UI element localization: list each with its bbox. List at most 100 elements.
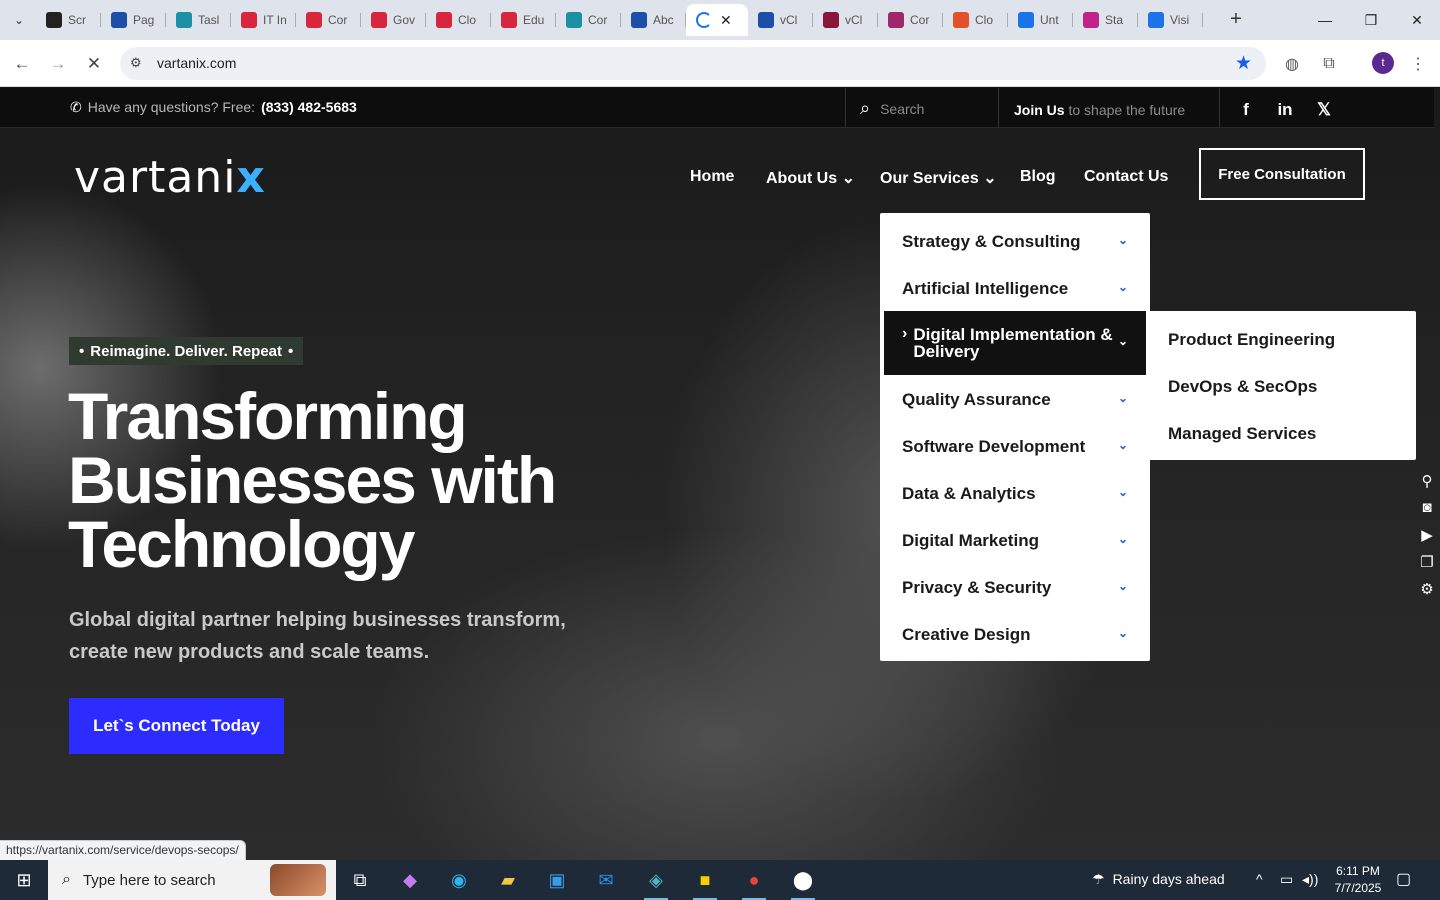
- site-logo[interactable]: vartanix: [74, 152, 266, 203]
- volume-icon[interactable]: ◂)): [1302, 871, 1318, 888]
- free-consultation-button[interactable]: Free Consultation: [1199, 148, 1365, 200]
- new-tab-button[interactable]: +: [1224, 8, 1248, 32]
- contact-phone[interactable]: ✆ Have any questions? Free: (833) 482-5683: [70, 99, 357, 116]
- digital-implementation-submenu: Product Engineering DevOps & SecOps Mana…: [1147, 311, 1416, 460]
- copilot-icon[interactable]: ◆: [390, 864, 430, 896]
- browser-tab[interactable]: Cor: [556, 4, 621, 36]
- nav-home[interactable]: Home: [690, 168, 734, 186]
- browser-tab[interactable]: IT In: [231, 4, 296, 36]
- taskbar-clock[interactable]: 6:11 PM 7/7/2025: [1330, 863, 1386, 897]
- taskbar-search[interactable]: ⌕ Type here to search: [48, 860, 336, 900]
- menu-item-digital-implementation[interactable]: › Digital Implementation & Delivery ⌄: [884, 311, 1146, 375]
- menu-item-privacy-security[interactable]: Privacy & Security ⌄: [880, 564, 1150, 611]
- chrome-menu-icon[interactable]: ⋮: [1406, 52, 1430, 76]
- edge-icon[interactable]: ◉: [439, 864, 479, 896]
- gear-icon[interactable]: ⚙: [1414, 580, 1440, 607]
- tab-search-button[interactable]: ⌄: [6, 8, 32, 32]
- browser-tab[interactable]: Unt: [1008, 4, 1073, 36]
- tab-favicon-icon: [371, 12, 387, 28]
- browser-tab[interactable]: Clo: [426, 4, 491, 36]
- translate-icon[interactable]: ◍: [1280, 52, 1304, 76]
- join-us-rest: to shape the future: [1064, 102, 1186, 118]
- browser-tab[interactable]: Edu: [491, 4, 556, 36]
- network-icon[interactable]: ▭: [1280, 871, 1293, 888]
- active-browser-tab[interactable]: ✕: [686, 4, 748, 36]
- site-info-icon[interactable]: ⚙: [130, 55, 142, 71]
- close-window-button[interactable]: ✕: [1394, 0, 1440, 40]
- tab-title: Cor: [328, 13, 348, 27]
- browser-tab[interactable]: Cor: [296, 4, 361, 36]
- join-us-link[interactable]: Join Us to shape the future: [1014, 102, 1185, 118]
- tab-favicon-icon: [758, 12, 774, 28]
- forward-button[interactable]: →: [44, 50, 72, 78]
- zoom-icon[interactable]: ⬤: [783, 864, 823, 900]
- question-text: Have any questions? Free:: [87, 99, 256, 115]
- nav-services[interactable]: Our Services ⌄: [880, 168, 997, 188]
- minimize-button[interactable]: —: [1302, 0, 1348, 40]
- file-explorer-icon[interactable]: ▰: [488, 864, 528, 896]
- browser-tab[interactable]: Tasl: [166, 4, 231, 36]
- browser-tab[interactable]: Abc: [621, 4, 686, 36]
- link-icon[interactable]: ⚲: [1414, 472, 1440, 499]
- facebook-icon[interactable]: f: [1236, 100, 1256, 120]
- notification-icon[interactable]: ▢: [1396, 869, 1411, 889]
- address-bar[interactable]: ⚙ vartanix.com ★: [120, 47, 1266, 80]
- browser-tab[interactable]: Clo: [943, 4, 1008, 36]
- hero-subtitle: Global digital partner helping businesse…: [69, 609, 566, 663]
- chevron-up-icon[interactable]: ^: [1256, 871, 1263, 887]
- profile-avatar[interactable]: t: [1372, 52, 1394, 74]
- weather-widget[interactable]: ☂ Rainy days ahead: [1092, 871, 1225, 888]
- site-search[interactable]: ⌕ Search: [860, 98, 924, 119]
- sticky-notes-icon[interactable]: ■: [685, 864, 725, 900]
- task-view-icon[interactable]: ⧉: [340, 864, 380, 896]
- windows-start-icon[interactable]: ⊞: [0, 860, 48, 900]
- mail-icon[interactable]: ✉: [586, 864, 626, 896]
- store-icon[interactable]: ▣: [537, 864, 577, 896]
- menu-item-software-development[interactable]: Software Development ⌄: [880, 423, 1150, 470]
- app-icon[interactable]: ◈: [636, 864, 676, 900]
- x-twitter-icon[interactable]: 𝕏: [1314, 100, 1334, 120]
- camera-icon[interactable]: ◙: [1414, 499, 1440, 526]
- chevron-down-icon: ⌄: [841, 170, 855, 187]
- linkedin-icon[interactable]: in: [1275, 100, 1295, 120]
- browser-tab[interactable]: Gov: [361, 4, 426, 36]
- bookmark-star-icon[interactable]: ★: [1235, 52, 1252, 75]
- menu-item-data-analytics[interactable]: Data & Analytics ⌄: [880, 470, 1150, 517]
- browser-tab[interactable]: Scr: [36, 4, 101, 36]
- browser-tab[interactable]: Visi: [1138, 4, 1203, 36]
- maximize-button[interactable]: ❐: [1348, 0, 1394, 40]
- address-url[interactable]: vartanix.com: [157, 55, 236, 71]
- submenu-item-devops-secops[interactable]: DevOps & SecOps: [1168, 377, 1317, 397]
- menu-item-quality-assurance[interactable]: Quality Assurance ⌄: [880, 376, 1150, 423]
- submenu-item-product-engineering[interactable]: Product Engineering: [1168, 330, 1335, 350]
- browser-tab[interactable]: Sta: [1073, 4, 1138, 36]
- lets-connect-button[interactable]: Let`s Connect Today: [69, 698, 284, 754]
- browser-tab[interactable]: Cor: [878, 4, 943, 36]
- close-tab-icon[interactable]: ✕: [720, 12, 732, 29]
- search-placeholder[interactable]: Search: [880, 101, 924, 117]
- menu-item-strategy[interactable]: Strategy & Consulting ⌄: [880, 218, 1150, 265]
- windows-taskbar: ⊞ ⌕ Type here to search ⧉ ◆ ◉ ▰ ▣ ✉ ◈ ■ …: [0, 860, 1440, 900]
- menu-item-digital-marketing[interactable]: Digital Marketing ⌄: [880, 517, 1150, 564]
- menu-item-creative-design[interactable]: Creative Design ⌄: [880, 611, 1150, 658]
- copy-icon[interactable]: ❐: [1414, 553, 1440, 580]
- tab-favicon-icon: [953, 12, 969, 28]
- browser-tab[interactable]: Pag: [101, 4, 166, 36]
- back-button[interactable]: ←: [8, 50, 36, 78]
- extensions-icon[interactable]: ⧉: [1317, 52, 1341, 76]
- browser-tab[interactable]: vCl: [748, 4, 813, 36]
- nav-contact[interactable]: Contact Us: [1084, 168, 1168, 186]
- tab-title: Sta: [1105, 13, 1124, 27]
- stop-loading-button[interactable]: ✕: [80, 50, 108, 78]
- tab-title: Edu: [523, 13, 545, 27]
- phone-number[interactable]: (833) 482-5683: [261, 99, 357, 115]
- phone-icon: ✆: [70, 99, 82, 115]
- submenu-item-managed-services[interactable]: Managed Services: [1168, 424, 1316, 444]
- hero-title-line: Transforming: [68, 379, 468, 453]
- nav-blog[interactable]: Blog: [1020, 168, 1056, 186]
- browser-tab[interactable]: vCl: [813, 4, 878, 36]
- video-icon[interactable]: ▶: [1414, 526, 1440, 553]
- nav-about[interactable]: About Us ⌄: [766, 168, 855, 188]
- menu-item-ai[interactable]: Artificial Intelligence ⌄: [880, 265, 1150, 312]
- chrome-icon[interactable]: ●: [734, 864, 774, 900]
